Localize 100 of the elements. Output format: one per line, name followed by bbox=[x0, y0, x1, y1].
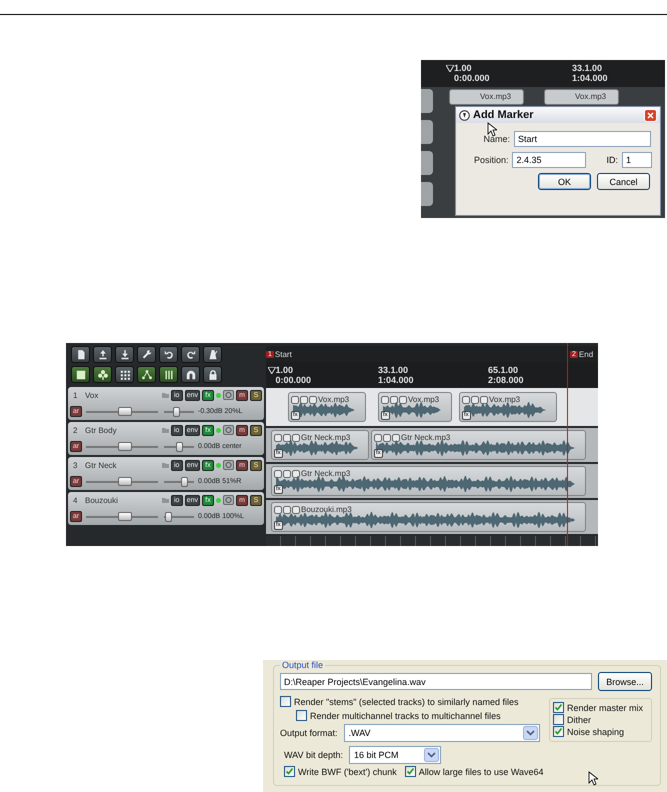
track-name: Vox bbox=[85, 390, 100, 400]
pan-knob-thumb[interactable] bbox=[181, 476, 188, 487]
time-label: 0:00.000 bbox=[276, 375, 312, 385]
volume-fader-thumb[interactable] bbox=[118, 406, 132, 416]
item-controls-icon bbox=[291, 396, 317, 404]
volume-fader-thumb[interactable] bbox=[118, 442, 132, 451]
track-number: 1 bbox=[72, 390, 78, 400]
id-field[interactable]: 1 bbox=[622, 152, 652, 168]
toolbar-button[interactable] bbox=[159, 346, 178, 363]
toolbar-button[interactable] bbox=[93, 366, 112, 383]
path-field[interactable]: D:\Reaper Projects\Evangelina.wav bbox=[280, 673, 592, 690]
checkbox[interactable] bbox=[284, 766, 295, 777]
track-name: Bouzouki bbox=[85, 496, 119, 505]
toolbar-button[interactable] bbox=[93, 346, 112, 363]
track-header bbox=[421, 89, 433, 113]
status-led bbox=[216, 462, 221, 468]
track-header bbox=[421, 120, 433, 144]
item-name: Vox.mp3 bbox=[489, 395, 520, 404]
bit-depth-dropdown[interactable]: 16 bit PCM bbox=[349, 746, 442, 764]
track-name: Gtr Neck bbox=[85, 460, 118, 470]
cluster-icon bbox=[96, 368, 110, 382]
output-format-dropdown[interactable]: .WAV bbox=[344, 724, 540, 742]
id-label: ID: bbox=[606, 155, 618, 165]
nodes-icon bbox=[140, 368, 154, 382]
status-led bbox=[216, 498, 221, 503]
media-item[interactable]: Vox.mp3 bbox=[449, 89, 524, 105]
time-label: 1:04.000 bbox=[378, 375, 415, 385]
checkbox-label: Write BWF ('bext') chunk bbox=[298, 766, 397, 776]
pan-knob-thumb[interactable] bbox=[176, 442, 182, 452]
toolbar-button[interactable] bbox=[181, 346, 200, 363]
toolbar-button[interactable] bbox=[71, 366, 90, 383]
volume-fader-thumb[interactable] bbox=[118, 512, 132, 521]
marker-icon bbox=[459, 110, 470, 120]
toolbar-button[interactable] bbox=[115, 366, 134, 383]
item-controls-icon bbox=[374, 434, 400, 442]
dialog-button[interactable]: OK bbox=[538, 173, 591, 190]
dialog-button[interactable]: Cancel bbox=[597, 173, 650, 190]
close-icon bbox=[647, 112, 654, 118]
item-name: Vox.mp3 bbox=[408, 395, 440, 404]
bar-label: 1.00 bbox=[276, 365, 294, 375]
toolbar-button[interactable] bbox=[137, 366, 156, 383]
toolbar-button[interactable] bbox=[71, 346, 90, 363]
bit-depth-label: WAV bit depth: bbox=[284, 750, 344, 760]
pan-knob-thumb[interactable] bbox=[165, 512, 172, 522]
item-controls-icon bbox=[381, 396, 407, 404]
checkbox-label: Render "stems" (selected tracks) to similarly named files bbox=[294, 696, 518, 706]
checkbox[interactable] bbox=[552, 726, 564, 737]
track-number: 2 bbox=[72, 426, 78, 435]
checkbox[interactable] bbox=[404, 766, 416, 777]
folder-icon bbox=[162, 392, 169, 398]
item-name: Gtr Neck.mp3 bbox=[401, 433, 450, 442]
item-controls-icon bbox=[274, 434, 300, 442]
name-label: Name: bbox=[482, 134, 510, 144]
checkbox[interactable] bbox=[296, 710, 307, 721]
item-name: Vox.mp3 bbox=[318, 395, 350, 404]
toolbar-button[interactable] bbox=[137, 346, 156, 363]
folder-icon bbox=[162, 497, 169, 504]
phase-icon bbox=[223, 390, 234, 400]
caret-icon bbox=[522, 726, 538, 740]
bar-label: 65.1.00 bbox=[488, 365, 520, 375]
media-item[interactable]: Vox.mp3 bbox=[544, 89, 619, 105]
checkbox-label: Render master mix bbox=[566, 702, 643, 712]
toolbar-button[interactable] bbox=[203, 366, 222, 383]
marker-triangle-icon bbox=[268, 367, 276, 374]
folder-icon bbox=[162, 427, 169, 434]
time-label: 2:08.000 bbox=[488, 375, 525, 385]
mouse-cursor-icon bbox=[487, 122, 497, 137]
item-controls-icon bbox=[462, 396, 488, 404]
pan-knob-thumb[interactable] bbox=[173, 406, 180, 417]
toolbar-button[interactable] bbox=[181, 366, 200, 383]
status-led bbox=[216, 428, 221, 433]
phase-icon bbox=[223, 495, 234, 506]
name-field[interactable]: Start bbox=[514, 131, 651, 147]
phase-icon bbox=[223, 425, 234, 436]
checkbox[interactable] bbox=[552, 714, 564, 725]
group-title: Output file bbox=[281, 660, 324, 670]
phase-icon bbox=[223, 460, 234, 470]
position-field[interactable]: 2.4.35 bbox=[512, 152, 586, 168]
checkbox-label: Noise shaping bbox=[566, 726, 624, 736]
mouse-cursor-icon bbox=[588, 771, 598, 786]
track-header bbox=[421, 182, 433, 206]
volume-fader-thumb[interactable] bbox=[118, 476, 132, 486]
browse-button[interactable]: Browse... bbox=[598, 672, 652, 691]
checkbox[interactable] bbox=[280, 696, 291, 707]
time-label: 1:04.000 bbox=[572, 73, 608, 83]
toolbar-button[interactable] bbox=[203, 346, 222, 363]
checkbox-label: Dither bbox=[566, 714, 591, 724]
track-header bbox=[421, 151, 433, 175]
bar-label: 33.1.00 bbox=[378, 365, 410, 375]
close-button[interactable] bbox=[644, 108, 657, 122]
marker-name: Start bbox=[274, 350, 292, 358]
checkbox-label: Render multichannel tracks to multichannel files bbox=[310, 710, 501, 720]
item-name: Bouzouki.mp3 bbox=[301, 505, 352, 514]
track-number: 4 bbox=[72, 496, 78, 505]
checkbox[interactable] bbox=[552, 702, 564, 713]
folder-icon bbox=[162, 462, 169, 468]
toolbar-button[interactable] bbox=[115, 346, 134, 363]
status-led bbox=[216, 392, 221, 398]
format-label: Output format: bbox=[280, 728, 338, 738]
toolbar-button[interactable] bbox=[159, 366, 178, 383]
